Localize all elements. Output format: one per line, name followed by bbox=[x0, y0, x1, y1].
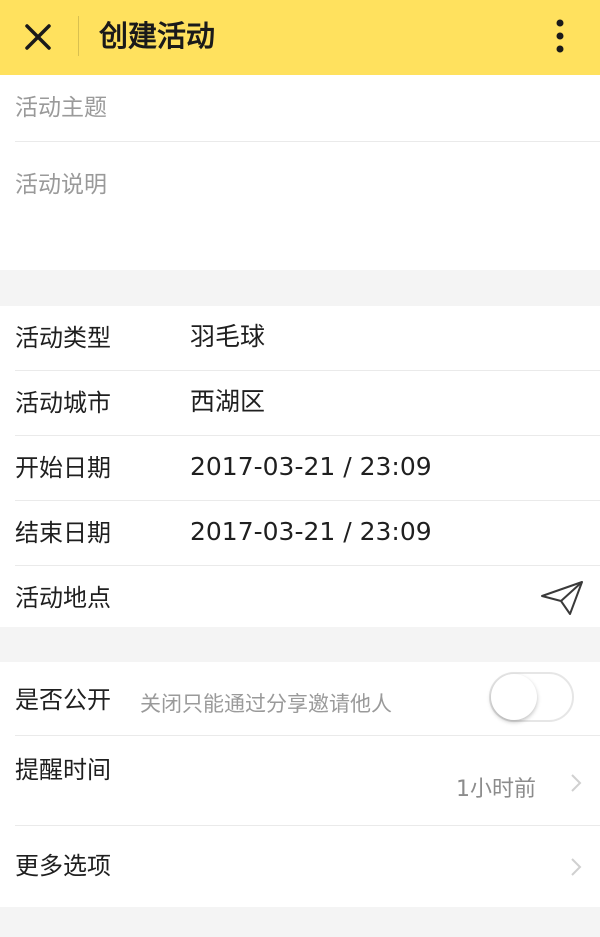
header-bar: 创建活动 bbox=[0, 0, 600, 75]
row-activity-type[interactable]: 活动类型 羽毛球 bbox=[0, 306, 600, 370]
public-hint: 关闭只能通过分享邀请他人 bbox=[140, 692, 392, 716]
chevron-right-icon bbox=[571, 774, 582, 792]
header-divider bbox=[78, 16, 79, 56]
row-label: 活动类型 bbox=[15, 324, 111, 352]
theme-input[interactable]: 活动主题 bbox=[15, 88, 107, 122]
close-button[interactable] bbox=[14, 13, 62, 61]
row-value: 2017-03-21 / 23:09 bbox=[190, 452, 432, 481]
row-label: 开始日期 bbox=[15, 454, 111, 482]
row-end-date[interactable]: 结束日期 2017-03-21 / 23:09 bbox=[0, 501, 600, 565]
row-reminder-time[interactable]: 提醒时间 1小时前 bbox=[0, 736, 600, 825]
send-icon[interactable] bbox=[540, 580, 584, 616]
row-activity-location[interactable]: 活动地点 bbox=[0, 566, 600, 630]
activity-info-section: 活动类型 羽毛球 活动城市 西湖区 开始日期 2017-03-21 / 23:0… bbox=[0, 306, 600, 627]
row-value: 2017-03-21 / 23:09 bbox=[190, 517, 432, 546]
divider bbox=[15, 141, 600, 142]
row-public: 是否公开 关闭只能通过分享邀请他人 bbox=[0, 662, 600, 735]
description-input[interactable]: 活动说明 bbox=[15, 165, 107, 199]
public-toggle[interactable] bbox=[489, 672, 574, 722]
options-section: 是否公开 关闭只能通过分享邀请他人 提醒时间 1小时前 更多选项 bbox=[0, 662, 600, 907]
reminder-value: 1小时前 bbox=[456, 777, 536, 802]
close-icon bbox=[25, 24, 51, 50]
more-vertical-icon bbox=[556, 19, 564, 53]
text-input-section: 活动主题 活动说明 bbox=[0, 75, 600, 270]
row-label: 是否公开 bbox=[15, 686, 111, 714]
row-activity-city[interactable]: 活动城市 西湖区 bbox=[0, 371, 600, 435]
row-more-options[interactable]: 更多选项 bbox=[0, 826, 600, 907]
more-options-button[interactable] bbox=[536, 12, 584, 60]
row-label: 活动地点 bbox=[15, 584, 111, 612]
row-label: 活动城市 bbox=[15, 389, 111, 417]
toggle-knob bbox=[491, 674, 537, 720]
app-root: 创建活动 活动主题 活动说明 活动类型 羽毛球 活动城市 西湖区 开始日期 20… bbox=[0, 0, 600, 937]
row-value: 西湖区 bbox=[190, 387, 266, 416]
chevron-right-icon bbox=[571, 858, 582, 876]
row-label: 结束日期 bbox=[15, 519, 111, 547]
row-label: 更多选项 bbox=[15, 852, 111, 880]
row-label: 提醒时间 bbox=[15, 756, 111, 784]
row-start-date[interactable]: 开始日期 2017-03-21 / 23:09 bbox=[0, 436, 600, 500]
page-title: 创建活动 bbox=[99, 19, 216, 53]
row-value: 羽毛球 bbox=[190, 322, 266, 351]
